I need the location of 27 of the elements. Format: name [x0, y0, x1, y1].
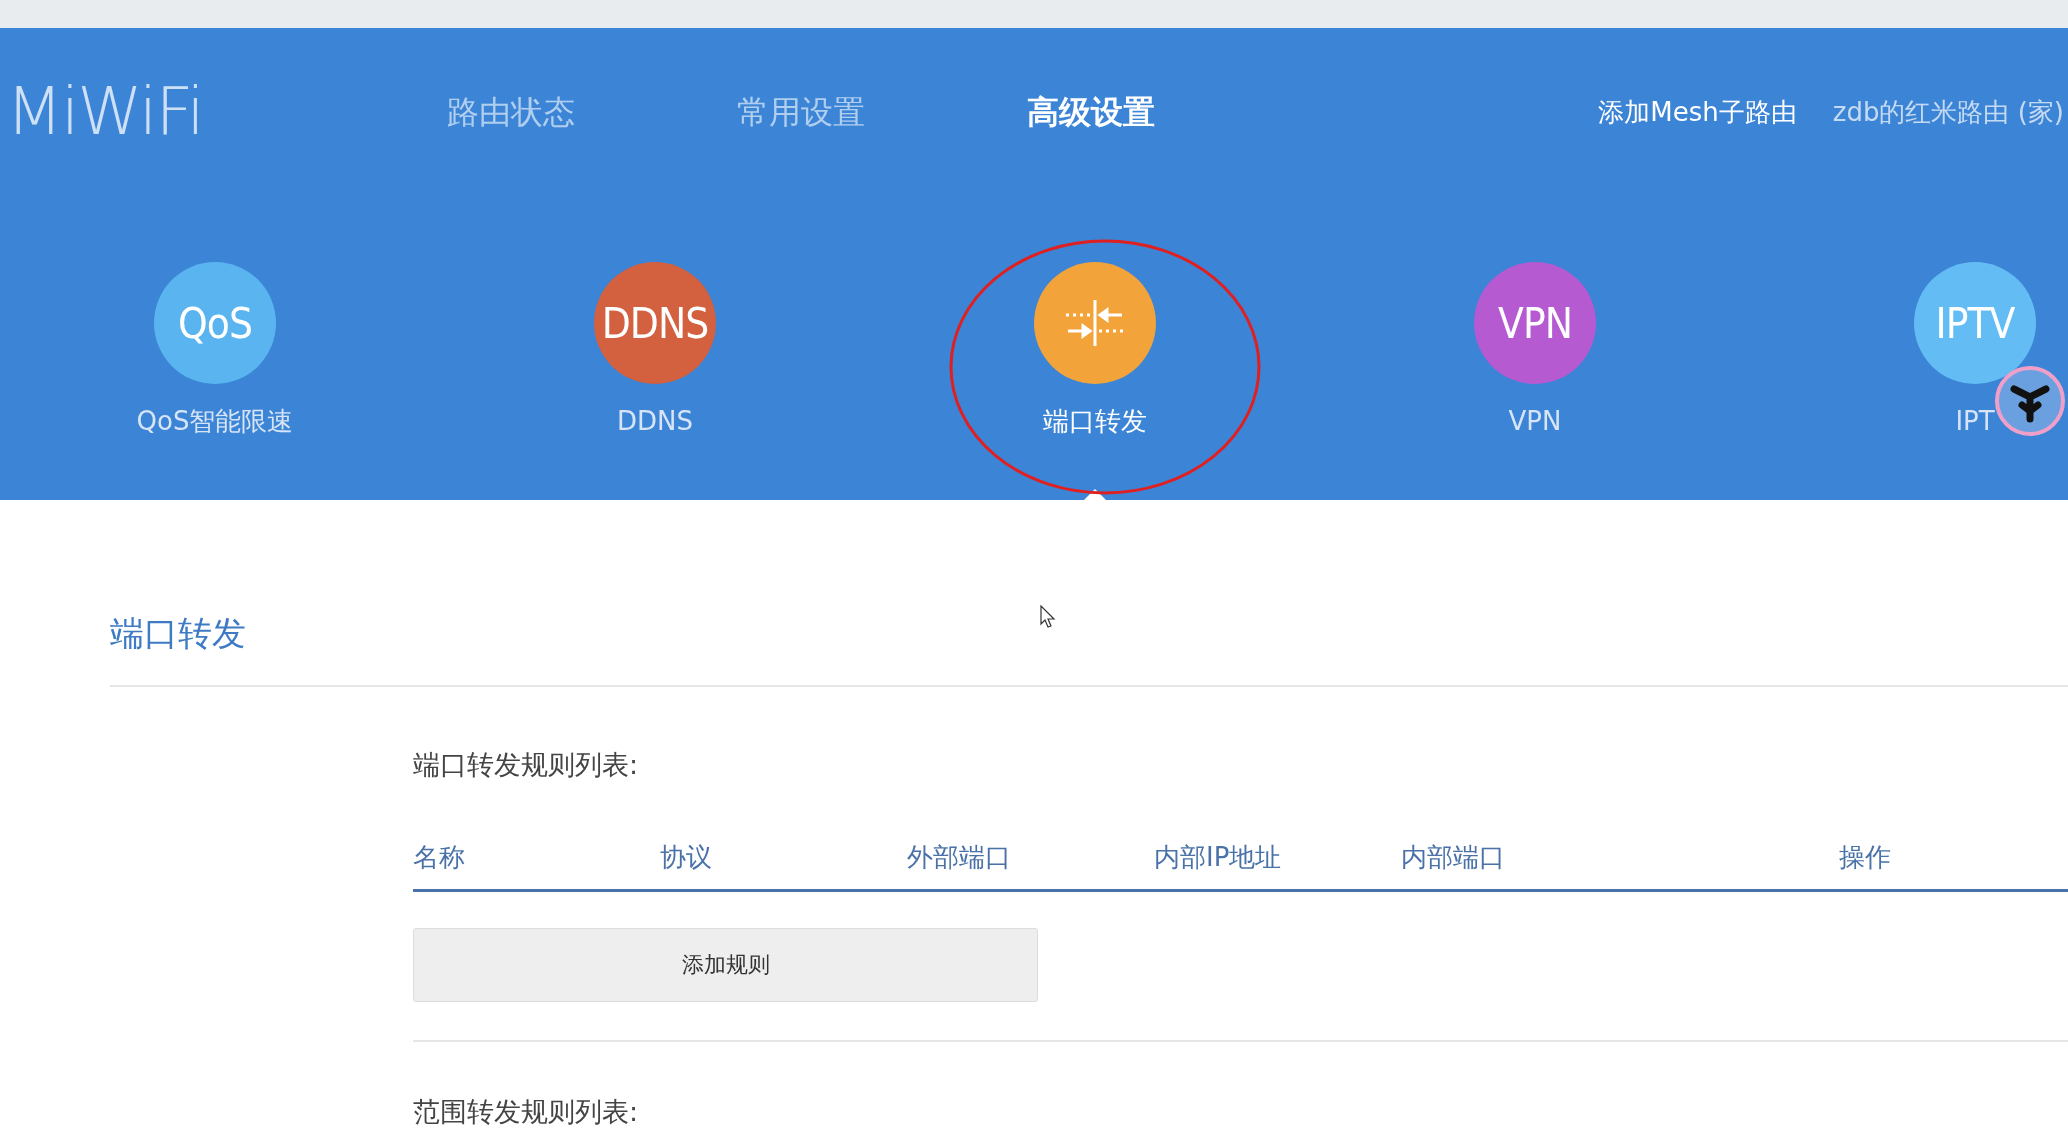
- feature-badge[interactable]: QoS: [154, 262, 276, 384]
- logo-text: MiWiFi: [6, 79, 203, 145]
- column-header: 名称: [413, 840, 466, 874]
- feature-badge[interactable]: VPN: [1474, 262, 1596, 384]
- feature-label: QoS智能限速: [136, 405, 294, 438]
- floating-app-icon[interactable]: [1994, 365, 2066, 437]
- column-header: 协议: [660, 840, 713, 874]
- column-header: 操作: [1839, 840, 1892, 874]
- nav-tab[interactable]: 常用设置: [655, 88, 946, 136]
- feature-label: 端口转发: [1043, 405, 1147, 438]
- feature-label: DDNS: [617, 405, 693, 438]
- feature-badge[interactable]: IPTV: [1914, 262, 2036, 384]
- add-rule-button[interactable]: 添加规则: [413, 927, 1038, 1002]
- section-title: 端口转发: [110, 612, 246, 655]
- mesh-link[interactable]: 添加Mesh子路由: [1598, 92, 1797, 132]
- nav-tab[interactable]: 高级设置: [945, 88, 1236, 136]
- feature-label: VPN: [1508, 405, 1562, 438]
- rules-list-title: 端口转发规则列表:: [413, 748, 640, 782]
- range-rules-title: 范围转发规则列表:: [413, 1094, 640, 1129]
- cursor-icon: [1040, 605, 1056, 629]
- column-header: 内部IP地址: [1154, 840, 1283, 874]
- router-name-link[interactable]: zdb的红米路由 (家): [1832, 92, 2064, 132]
- feature-label: IPT: [1955, 405, 1995, 438]
- nav-tab[interactable]: 路由状态: [365, 88, 656, 136]
- column-header: 外部端口: [907, 840, 1012, 874]
- feature-badge[interactable]: DDNS: [594, 262, 716, 384]
- column-header: 内部端口: [1401, 840, 1506, 874]
